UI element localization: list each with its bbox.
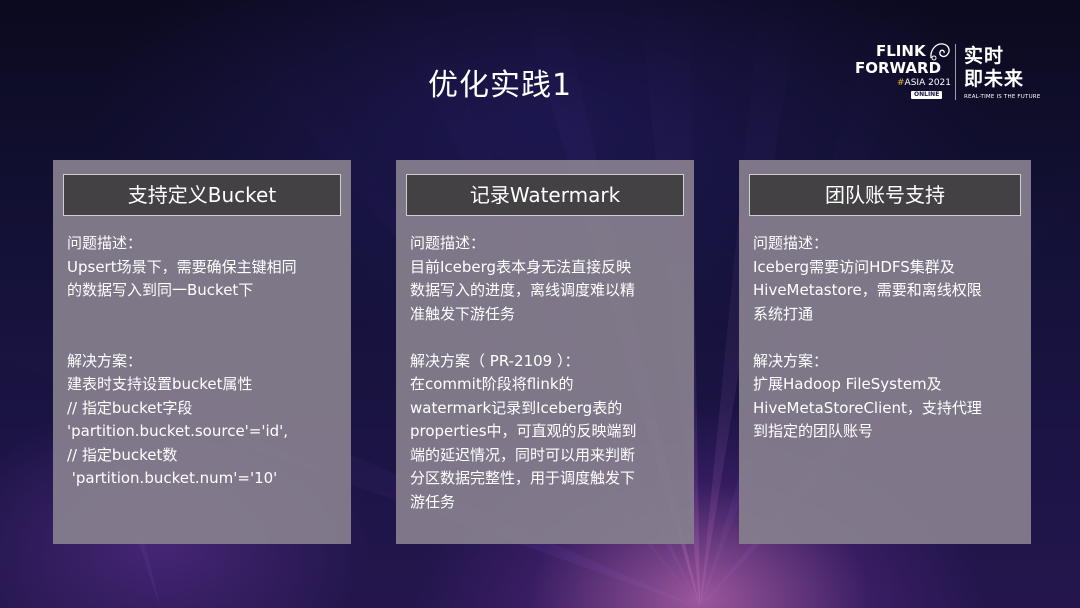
card-header: 记录Watermark bbox=[406, 174, 684, 216]
solution-line: properties中，可直观的反映端到 bbox=[410, 422, 637, 440]
solution-line: 扩展Hadoop FileSystem及 bbox=[753, 375, 942, 393]
slide: 优化实践1 FLINK FORWARD #ASIA 2021 ONLINE 实时… bbox=[0, 0, 1080, 608]
problem-line: 准触发下游任务 bbox=[410, 304, 516, 323]
card-body: 问题描述： 目前Iceberg表本身无法直接反映 数据写入的进度，离线调度难以精… bbox=[410, 232, 684, 514]
solution-line: // 指定bucket数 bbox=[67, 445, 178, 464]
logo-flink-text: FLINK bbox=[876, 42, 926, 60]
card-body: 问题描述： Upsert场景下，需要确保主键相同 的数据写入到同一Bucket下… bbox=[67, 232, 341, 491]
card-team-account: 团队账号支持 问题描述： Iceberg需要访问HDFS集群及 HiveMeta… bbox=[739, 160, 1031, 544]
solution-line: 'partition.bucket.num'='10' bbox=[67, 469, 278, 487]
problem-line: 的数据写入到同一Bucket下 bbox=[67, 281, 254, 299]
solution-line: 到指定的团队账号 bbox=[753, 422, 874, 440]
logo-forward-text: FORWARD bbox=[855, 59, 942, 77]
logo-event-label: ASIA 2021 bbox=[904, 78, 951, 88]
problem-label: 问题描述： bbox=[753, 234, 829, 252]
solution-label: 解决方案： bbox=[753, 351, 829, 370]
problem-line: 系统打通 bbox=[753, 304, 814, 323]
solution-label: 解决方案（ PR-2109 ）： bbox=[410, 351, 580, 370]
logo-event-text: #ASIA 2021 bbox=[897, 78, 951, 88]
problem-line: HiveMetastore，需要和离线权限 bbox=[753, 281, 982, 299]
logo-cn-line1: 实时 bbox=[964, 45, 1005, 67]
solution-line: 分区数据完整性，用于调度触发下 bbox=[410, 469, 636, 487]
logo-hash: # bbox=[897, 78, 905, 88]
solution-line: // 指定bucket字段 bbox=[67, 398, 193, 417]
problem-line: 目前Iceberg表本身无法直接反映 bbox=[410, 257, 632, 276]
solution-line: 在commit阶段将flink的 bbox=[410, 375, 574, 393]
slide-title: 优化实践1 bbox=[427, 68, 573, 103]
problem-label: 问题描述： bbox=[67, 234, 143, 252]
problem-label: 问题描述： bbox=[410, 234, 486, 252]
card-header: 支持定义Bucket bbox=[63, 174, 341, 216]
solution-line: watermark记录到Iceberg表的 bbox=[410, 398, 623, 417]
problem-line: Upsert场景下，需要确保主键相同 bbox=[67, 257, 297, 276]
problem-line: 数据写入的进度，离线调度难以精 bbox=[410, 281, 636, 299]
solution-line: HiveMetaStoreClient，支持代理 bbox=[753, 398, 982, 417]
solution-line: 'partition.bucket.source'='id', bbox=[67, 422, 289, 440]
flink-forward-logo: FLINK FORWARD #ASIA 2021 ONLINE 实时 即未来 R… bbox=[852, 40, 1042, 106]
card-watermark: 记录Watermark 问题描述： 目前Iceberg表本身无法直接反映 数据写… bbox=[396, 160, 694, 544]
solution-line: 游任务 bbox=[410, 492, 456, 511]
logo-divider bbox=[955, 44, 956, 100]
logo-cn-line2: 即未来 bbox=[964, 68, 1025, 90]
solution-line: 建表时支持设置bucket属性 bbox=[67, 375, 253, 393]
problem-line: Iceberg需要访问HDFS集群及 bbox=[753, 257, 955, 276]
logo-tagline: REAL-TIME IS THE FUTURE bbox=[964, 94, 1041, 100]
solution-label: 解决方案： bbox=[67, 351, 143, 370]
card-header: 团队账号支持 bbox=[749, 174, 1021, 216]
card-bucket: 支持定义Bucket 问题描述： Upsert场景下，需要确保主键相同 的数据写… bbox=[53, 160, 351, 544]
card-body: 问题描述： Iceberg需要访问HDFS集群及 HiveMetastore，需… bbox=[753, 232, 1021, 444]
logo-online-badge: ONLINE bbox=[911, 91, 943, 99]
solution-line: 端的延迟情况，同时可以用来判断 bbox=[410, 445, 636, 464]
